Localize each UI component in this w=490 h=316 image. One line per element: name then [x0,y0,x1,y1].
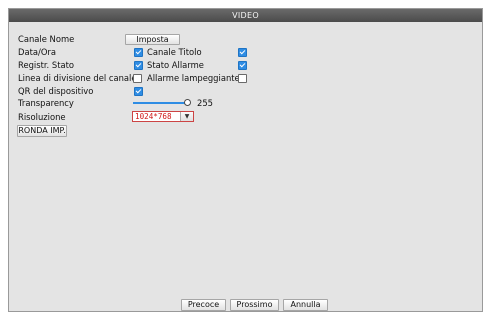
channel-divider-checkbox[interactable] [133,74,142,83]
video-settings-dialog: VIDEO Canale Nome Imposta Data/Ora Canal… [8,8,483,312]
flashing-alarm-checkbox[interactable] [238,74,247,83]
date-time-label: Data/Ora [18,47,56,57]
channel-title-checkbox[interactable] [238,48,247,57]
device-qr-checkbox[interactable] [134,87,143,96]
channel-name-label: Canale Nome [18,34,75,44]
transparency-label: Transparency [18,98,74,108]
transparency-slider-handle[interactable] [184,99,191,106]
chevron-down-icon: ▼ [180,112,193,121]
device-qr-label: QR del dispositivo [18,86,94,96]
record-status-checkbox[interactable] [134,61,143,70]
dialog-title: VIDEO [9,9,482,22]
channel-divider-label: Linea di divisione del canale [18,73,137,83]
resolution-dropdown[interactable]: 1024*768 ▼ [132,111,194,122]
date-time-checkbox[interactable] [134,48,143,57]
next-button[interactable]: Prossimo [230,299,279,311]
channel-title-label: Canale Titolo [147,47,202,57]
previous-button[interactable]: Precoce [181,299,226,311]
transparency-value: 255 [197,98,213,108]
flashing-alarm-label: Allarme lampeggiante [147,73,240,83]
alarm-status-label: Stato Allarme [147,60,204,70]
cancel-button[interactable]: Annulla [283,299,328,311]
tour-settings-button[interactable]: RONDA IMP. [17,125,67,137]
channel-name-set-button[interactable]: Imposta [125,34,180,45]
resolution-selected-value: 1024*768 [135,112,172,121]
resolution-label: Risoluzione [18,112,66,122]
transparency-slider-track[interactable] [133,102,185,104]
alarm-status-checkbox[interactable] [238,61,247,70]
record-status-label: Registr. Stato [18,60,75,70]
